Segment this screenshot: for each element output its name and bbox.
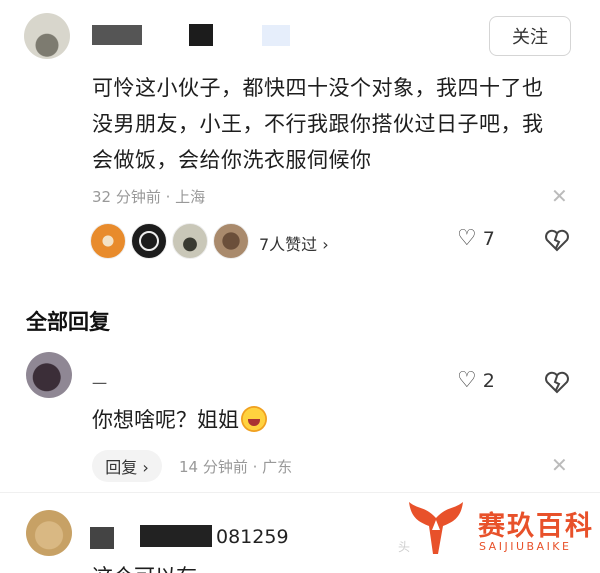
reply-button[interactable]: 回复 ›	[92, 450, 162, 482]
reply-username[interactable]: 一	[92, 373, 107, 394]
laughing-emoji-icon	[241, 406, 267, 432]
likes-link[interactable]: 7人赞过 ›	[259, 231, 329, 255]
heart-icon: ♡	[457, 226, 477, 251]
reply-text: 你想啥呢？姐姐	[92, 404, 267, 434]
liker-avatar[interactable]	[213, 223, 249, 259]
reply-text-content: 你想啥呢？姐姐	[92, 408, 239, 432]
watermark-subtitle: SAIJIUBAIKE	[479, 540, 572, 553]
liker-avatar[interactable]	[90, 223, 126, 259]
reply-username[interactable]: 081259	[216, 526, 289, 548]
dislike-icon[interactable]	[544, 229, 570, 253]
liker-avatar[interactable]	[172, 223, 208, 259]
like-count: 7	[482, 228, 495, 250]
redacted-username	[92, 25, 142, 45]
comment-meta: 32 分钟前 · 上海	[92, 188, 206, 206]
redacted-id	[140, 525, 212, 547]
redacted-username	[90, 527, 114, 549]
watermark: 赛玖百科 SAIJIUBAIKE	[405, 496, 595, 566]
commenter-avatar[interactable]	[24, 13, 70, 59]
redacted-badge	[262, 25, 290, 46]
fox-logo-icon	[409, 502, 463, 554]
heart-icon: ♡	[457, 368, 477, 393]
reply-meta: 14 分钟前 · 广东	[179, 458, 293, 476]
reply-avatar[interactable]	[26, 510, 72, 556]
like-count: 2	[482, 370, 495, 392]
watermark-title: 赛玖百科	[478, 511, 594, 542]
replies-section-title: 全部回复	[26, 310, 110, 334]
follow-button[interactable]: 关注	[489, 16, 571, 56]
redacted-badge	[189, 24, 213, 46]
close-icon[interactable]: ✕	[551, 455, 568, 475]
reply-avatar[interactable]	[26, 352, 72, 398]
divider	[0, 492, 600, 493]
like-button[interactable]: ♡ 2	[457, 368, 495, 393]
reply-text: 这个可以有	[92, 561, 197, 573]
comment-text: 可怜这小伙子，都快四十没个对象，我四十了也没男朋友，小王，不行我跟你搭伙过日子吧…	[92, 76, 544, 172]
liker-avatar[interactable]	[131, 223, 167, 259]
dislike-icon[interactable]	[544, 371, 570, 395]
like-button[interactable]: ♡ 7	[457, 226, 495, 251]
close-icon[interactable]: ✕	[551, 186, 568, 206]
